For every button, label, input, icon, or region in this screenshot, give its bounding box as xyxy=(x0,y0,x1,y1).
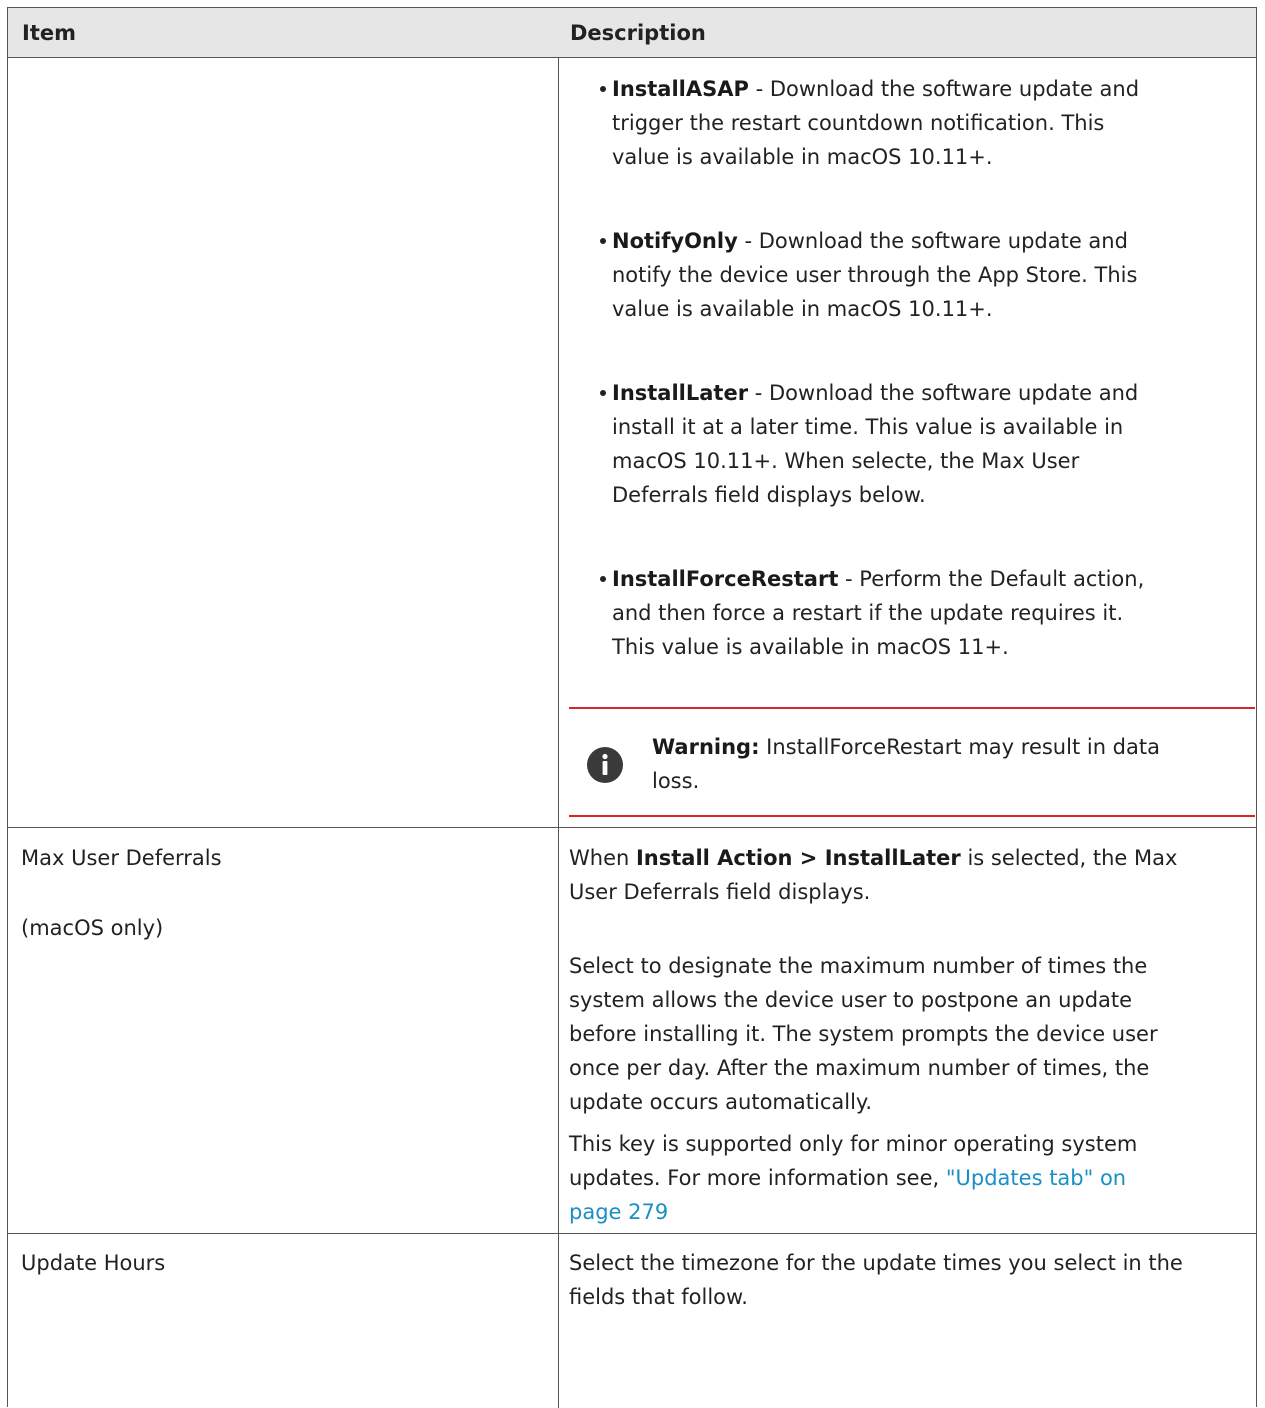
row-separator xyxy=(7,827,1257,828)
max-deferrals-note: This key is supported only for minor ope… xyxy=(569,1132,1138,1224)
bullet-dot xyxy=(600,576,606,582)
update-hours-description: Select the timezone for the update times… xyxy=(569,1251,1183,1309)
warning-label: Warning: xyxy=(652,735,760,759)
header-description: Description xyxy=(570,21,706,45)
info-icon xyxy=(587,747,623,783)
bullet-dot xyxy=(600,390,606,396)
bullet-dot xyxy=(600,238,606,244)
updates-tab-link-page[interactable]: page 279 xyxy=(569,1200,668,1224)
list-item-installforcerestart: InstallForceRestart - Perform the Defaul… xyxy=(612,567,1145,659)
warning-text: Warning: InstallForceRestart may result … xyxy=(652,735,1160,793)
ui-path: Install Action > InstallLater xyxy=(635,846,961,870)
term-installlater: InstallLater xyxy=(612,381,749,405)
table-header: Item Description xyxy=(8,8,1256,58)
list-item-notifyonly: NotifyOnly - Download the software updat… xyxy=(612,229,1138,321)
list-item-installlater: InstallLater - Download the software upd… xyxy=(612,381,1139,507)
term-notifyonly: NotifyOnly xyxy=(612,229,738,253)
column-divider xyxy=(558,8,559,1408)
item-update-hours: Update Hours xyxy=(21,1251,166,1275)
list-item-installasap: InstallASAP - Download the software upda… xyxy=(612,77,1140,169)
bullet-dot xyxy=(600,86,606,92)
item-max-user-deferrals: Max User Deferrals xyxy=(21,846,222,870)
row-separator xyxy=(7,1233,1257,1234)
header-item: Item xyxy=(22,21,76,45)
max-deferrals-intro: When Install Action > InstallLater is se… xyxy=(569,846,1178,904)
warning-bottom-rule xyxy=(569,815,1255,817)
term-installforcerestart: InstallForceRestart xyxy=(612,567,839,591)
term-installasap: InstallASAP xyxy=(612,77,749,101)
item-macos-only: (macOS only) xyxy=(21,916,164,940)
warning-top-rule xyxy=(569,707,1255,709)
max-deferrals-description: Select to designate the maximum number o… xyxy=(569,954,1158,1114)
updates-tab-link[interactable]: "Updates tab" on xyxy=(946,1166,1126,1190)
